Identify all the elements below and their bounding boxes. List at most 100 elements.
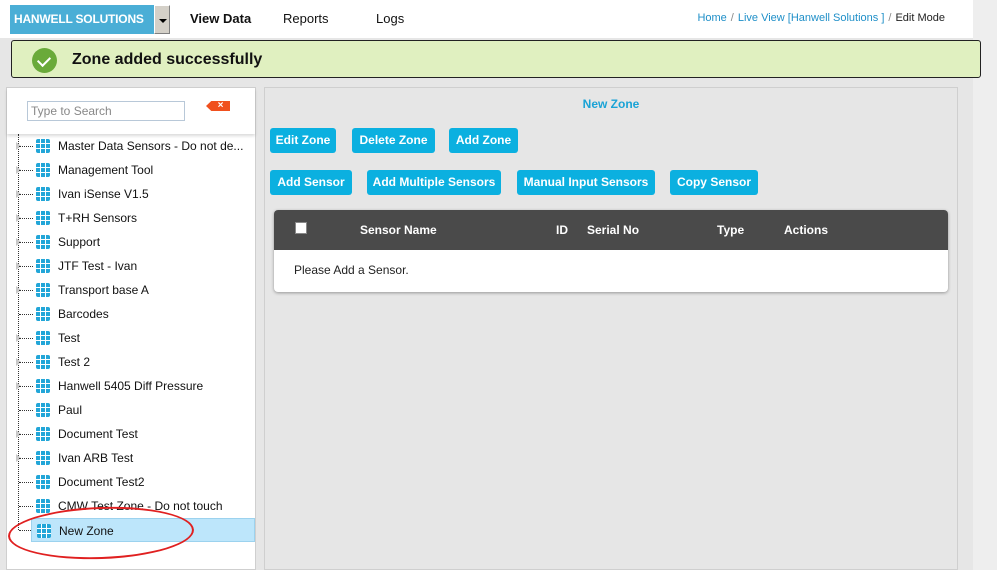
tree-item-label: Hanwell 5405 Diff Pressure xyxy=(58,379,204,393)
edit-zone-button[interactable]: Edit Zone xyxy=(270,128,336,153)
tree-node[interactable]: New Zone xyxy=(31,518,255,542)
zone-grid-icon xyxy=(36,403,50,417)
zone-grid-icon xyxy=(36,475,50,489)
zone-grid-icon xyxy=(36,499,50,513)
empty-table-message: Please Add a Sensor. xyxy=(294,263,409,277)
tree-item[interactable]: Ivan ARB Test xyxy=(7,446,255,470)
tree-node[interactable]: Document Test2 xyxy=(31,470,255,494)
brand-selector[interactable]: HANWELL SOLUTIONS xyxy=(10,5,154,34)
tree-node[interactable]: Hanwell 5405 Diff Pressure xyxy=(31,374,255,398)
zone-grid-icon xyxy=(36,355,50,369)
tree-node[interactable]: Barcodes xyxy=(31,302,255,326)
tree-item[interactable]: CMW Test Zone - Do not touch xyxy=(7,494,255,518)
tree-node[interactable]: CMW Test Zone - Do not touch xyxy=(31,494,255,518)
tree-item[interactable]: T+RH Sensors xyxy=(7,206,255,230)
table-header: Sensor Name ID Serial No Type Actions xyxy=(274,210,948,250)
tree-node[interactable]: Master Data Sensors - Do not de... xyxy=(31,134,255,158)
tree-item[interactable]: Document Test2 xyxy=(7,470,255,494)
copy-sensor-button[interactable]: Copy Sensor xyxy=(670,170,758,195)
tree-node[interactable]: T+RH Sensors xyxy=(31,206,255,230)
breadcrumb: Home / Live View [Hanwell Solutions ] / Edit… xyxy=(697,12,945,24)
tree-node[interactable]: Support xyxy=(31,230,255,254)
tree-node[interactable]: Test xyxy=(31,326,255,350)
tree-item[interactable]: Paul xyxy=(7,398,255,422)
tree-item-label: Management Tool xyxy=(58,163,154,177)
breadcrumb-separator: / xyxy=(730,12,734,24)
tree-item[interactable]: Ivan iSense V1.5 xyxy=(7,182,255,206)
nav-reports[interactable]: Reports xyxy=(283,11,329,26)
zone-grid-icon xyxy=(36,139,50,153)
tree-item[interactable]: Master Data Sensors - Do not de... xyxy=(7,134,255,158)
breadcrumb-home[interactable]: Home xyxy=(697,12,726,24)
tree-item[interactable]: Test 2 xyxy=(7,350,255,374)
clear-search-button[interactable]: × xyxy=(206,101,230,111)
tree-item-label: Support xyxy=(58,235,101,249)
add-zone-button[interactable]: Add Zone xyxy=(449,128,518,153)
tree-item-label: Master Data Sensors - Do not de... xyxy=(58,139,244,153)
tree-node[interactable]: Paul xyxy=(31,398,255,422)
tree-item-label: Paul xyxy=(58,403,83,417)
tree-item-label: Ivan ARB Test xyxy=(58,451,134,465)
column-id[interactable]: ID xyxy=(556,223,568,237)
zone-grid-icon xyxy=(36,163,50,177)
tree-node[interactable]: Ivan ARB Test xyxy=(31,446,255,470)
tree-item[interactable]: JTF Test - Ivan xyxy=(7,254,255,278)
tree-item[interactable]: Management Tool xyxy=(7,158,255,182)
tree-item-label: Test xyxy=(58,331,81,345)
tree-item[interactable]: Support xyxy=(7,230,255,254)
add-sensor-button[interactable]: Add Sensor xyxy=(270,170,352,195)
column-actions: Actions xyxy=(784,223,829,237)
zone-grid-icon xyxy=(36,427,50,441)
zone-detail-panel: New Zone Edit Zone Delete Zone Add Zone … xyxy=(264,87,958,570)
tree-item[interactable]: Test xyxy=(7,326,255,350)
zone-grid-icon xyxy=(36,259,50,273)
chevron-down-icon xyxy=(159,19,167,23)
check-circle-icon xyxy=(32,48,57,73)
zone-grid-icon xyxy=(36,235,50,249)
tree-item[interactable]: New Zone xyxy=(7,518,255,542)
tree-item-label: Document Test2 xyxy=(58,475,145,489)
manual-input-sensors-button[interactable]: Manual Input Sensors xyxy=(517,170,655,195)
delete-zone-button[interactable]: Delete Zone xyxy=(352,128,435,153)
add-multiple-sensors-button[interactable]: Add Multiple Sensors xyxy=(367,170,501,195)
tree-node[interactable]: JTF Test - Ivan xyxy=(31,254,255,278)
tree-item-label: Transport base A xyxy=(58,283,149,297)
column-serial-no[interactable]: Serial No xyxy=(587,223,639,237)
tree-item[interactable]: Document Test xyxy=(7,422,255,446)
search-input[interactable] xyxy=(27,101,185,121)
tree-item[interactable]: Transport base A xyxy=(7,278,255,302)
tree-item-label: T+RH Sensors xyxy=(58,211,138,225)
zone-grid-icon xyxy=(37,524,51,538)
nav-view-data[interactable]: View Data xyxy=(190,11,251,26)
zone-title: New Zone xyxy=(582,97,640,111)
tree-node[interactable]: Ivan iSense V1.5 xyxy=(31,182,255,206)
tree-node[interactable]: Transport base A xyxy=(31,278,255,302)
sensor-table: Sensor Name ID Serial No Type Actions Pl… xyxy=(274,210,948,292)
tree-item-label: New Zone xyxy=(59,524,114,538)
column-type[interactable]: Type xyxy=(717,223,744,237)
breadcrumb-live-view[interactable]: Live View [Hanwell Solutions ] xyxy=(738,12,885,24)
search-bar: × xyxy=(7,88,255,134)
tree-item-label: CMW Test Zone - Do not touch xyxy=(58,499,223,513)
nav-logs[interactable]: Logs xyxy=(376,11,404,26)
select-all-checkbox[interactable] xyxy=(295,222,307,234)
alert-message: Zone added successfully xyxy=(72,51,263,68)
zone-grid-icon xyxy=(36,187,50,201)
zone-grid-icon xyxy=(36,451,50,465)
tree-item-label: Test 2 xyxy=(58,355,91,369)
breadcrumb-separator: / xyxy=(888,12,892,24)
zone-grid-icon xyxy=(36,307,50,321)
tree-item-label: Ivan iSense V1.5 xyxy=(58,187,149,201)
breadcrumb-current: Edit Mode xyxy=(895,12,945,24)
zone-grid-icon xyxy=(36,211,50,225)
column-sensor-name[interactable]: Sensor Name xyxy=(360,223,437,237)
tree-item-label: Document Test xyxy=(58,427,138,441)
tree-node[interactable]: Document Test xyxy=(31,422,255,446)
zone-tree-sidebar: × Master Data Sensors - Do not de... Mana… xyxy=(6,87,256,570)
tree-node[interactable]: Test 2 xyxy=(31,350,255,374)
zone-grid-icon xyxy=(36,283,50,297)
tree-item[interactable]: Hanwell 5405 Diff Pressure xyxy=(7,374,255,398)
tree-item[interactable]: Barcodes xyxy=(7,302,255,326)
brand-dropdown-button[interactable] xyxy=(154,5,170,34)
tree-node[interactable]: Management Tool xyxy=(31,158,255,182)
